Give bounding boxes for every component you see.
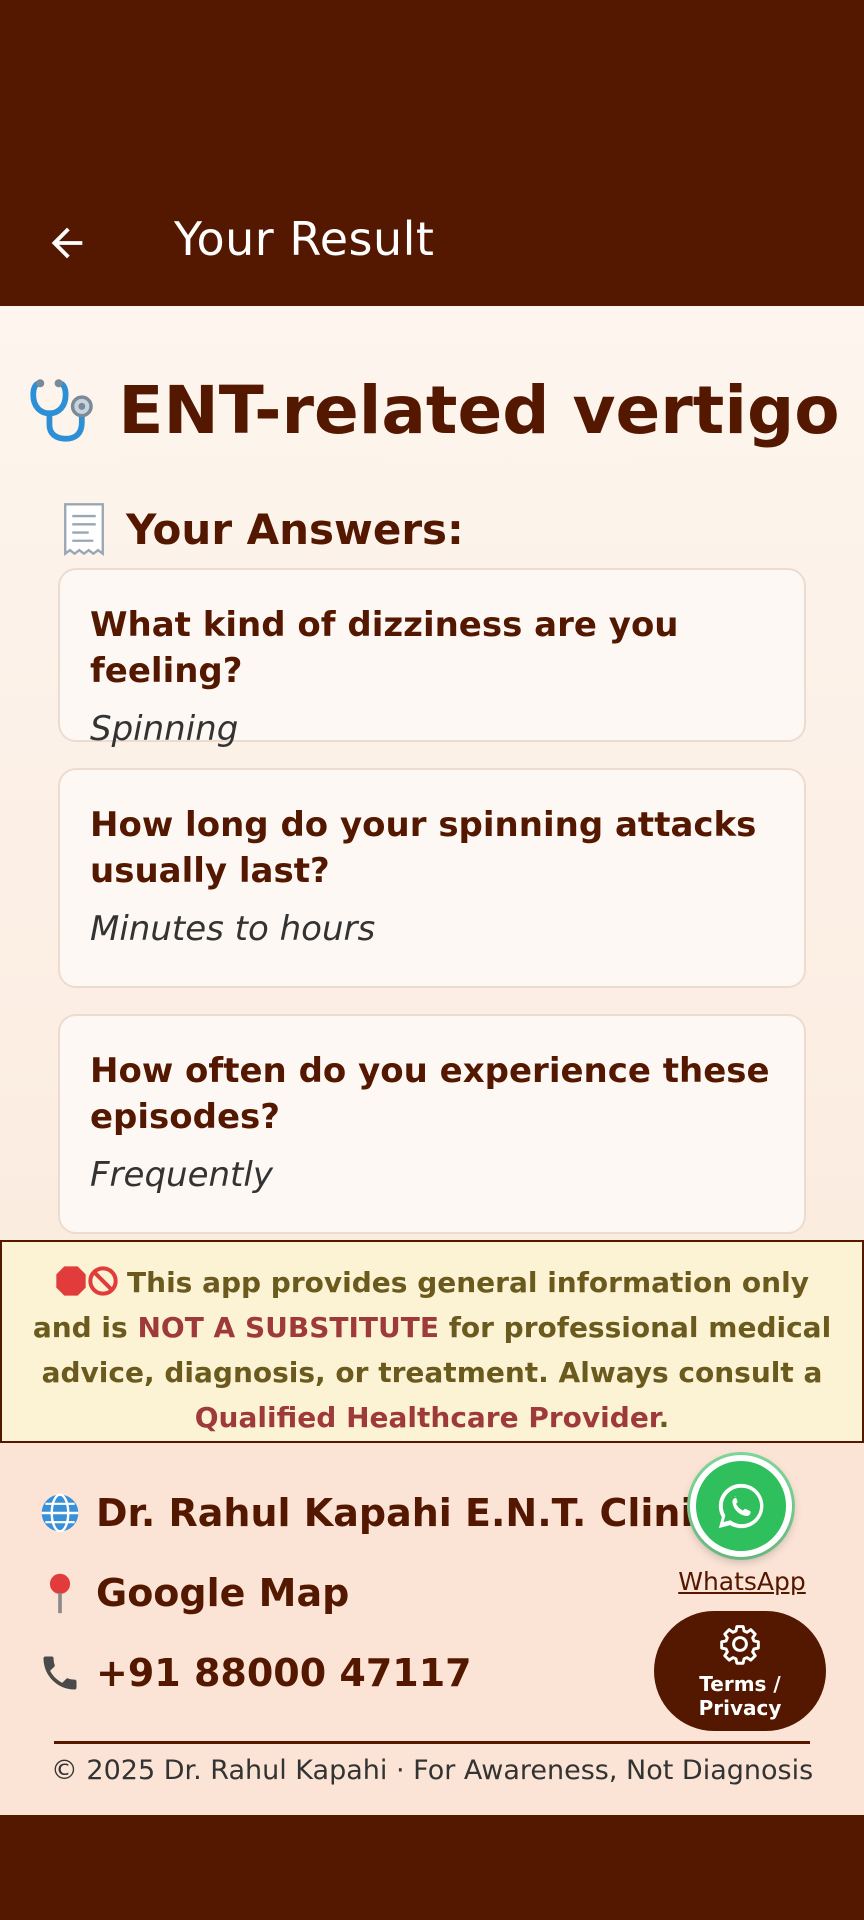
disclaimer-highlight-1: NOT A SUBSTITUTE [137,1311,439,1344]
terms-privacy-button[interactable]: Terms / Privacy [654,1611,826,1731]
arrow-left-icon [51,227,83,259]
phone-label: +91 88000 47117 [96,1651,472,1695]
back-button[interactable] [38,214,96,272]
clinic-link[interactable]: Dr. Rahul Kapahi E.N.T. Clinic [38,1491,716,1535]
phone-icon [43,1656,77,1690]
phone-link[interactable]: +91 88000 47117 [38,1651,472,1695]
answer-card: What kind of dizziness are you feeling? … [58,568,806,749]
gear-icon [720,1625,760,1665]
receipt-icon [64,503,104,556]
answer-value: Frequently [90,1155,273,1195]
stethoscope-icon [30,378,94,442]
google-map-link[interactable]: Google Map [38,1571,349,1615]
whatsapp-icon [718,1483,764,1529]
footer: Dr. Rahul Kapahi E.N.T. Clinic Google Ma… [0,1443,864,1815]
navigation-bar-area [0,1815,864,1920]
answers-heading: Your Answers: [60,502,464,556]
answers-heading-label: Your Answers: [126,504,464,554]
whatsapp-label[interactable]: WhatsApp [672,1567,812,1596]
pin-icon [49,1573,71,1614]
app-bar: Your Result [0,192,864,306]
whatsapp-button[interactable] [690,1455,792,1557]
google-map-label: Google Map [96,1571,350,1615]
stop-sign-icon [56,1266,86,1296]
answer-question: What kind of dizziness are you feeling? [90,605,679,691]
answer-card: How long do your spinning attacks usuall… [58,768,806,988]
page-title: Your Result [174,212,435,266]
result-title: ENT-related vertigo [118,372,840,449]
answer-value: Spinning [90,709,239,749]
status-bar-area [0,0,864,192]
terms-privacy-label: Terms / Privacy [698,1672,782,1720]
globe-icon [41,1493,79,1533]
footer-divider [54,1741,810,1744]
disclaimer-text-3: . [658,1401,670,1434]
disclaimer-highlight-2: Qualified Healthcare Provider [194,1401,659,1434]
medical-disclaimer: This app provides general information on… [0,1240,864,1443]
result-heading: ENT-related vertigo [0,372,864,449]
prohibited-icon [88,1266,118,1296]
clinic-label: Dr. Rahul Kapahi E.N.T. Clinic [96,1491,717,1535]
answer-question: How long do your spinning attacks usuall… [90,805,757,891]
copyright-text: © 2025 Dr. Rahul Kapahi · For Awareness,… [50,1755,814,1786]
answer-question: How often do you experience these episod… [90,1051,770,1137]
result-content: ENT-related vertigo Your Answers: What k… [0,306,864,1240]
answer-card: How often do you experience these episod… [58,1014,806,1234]
answer-value: Minutes to hours [90,909,376,949]
